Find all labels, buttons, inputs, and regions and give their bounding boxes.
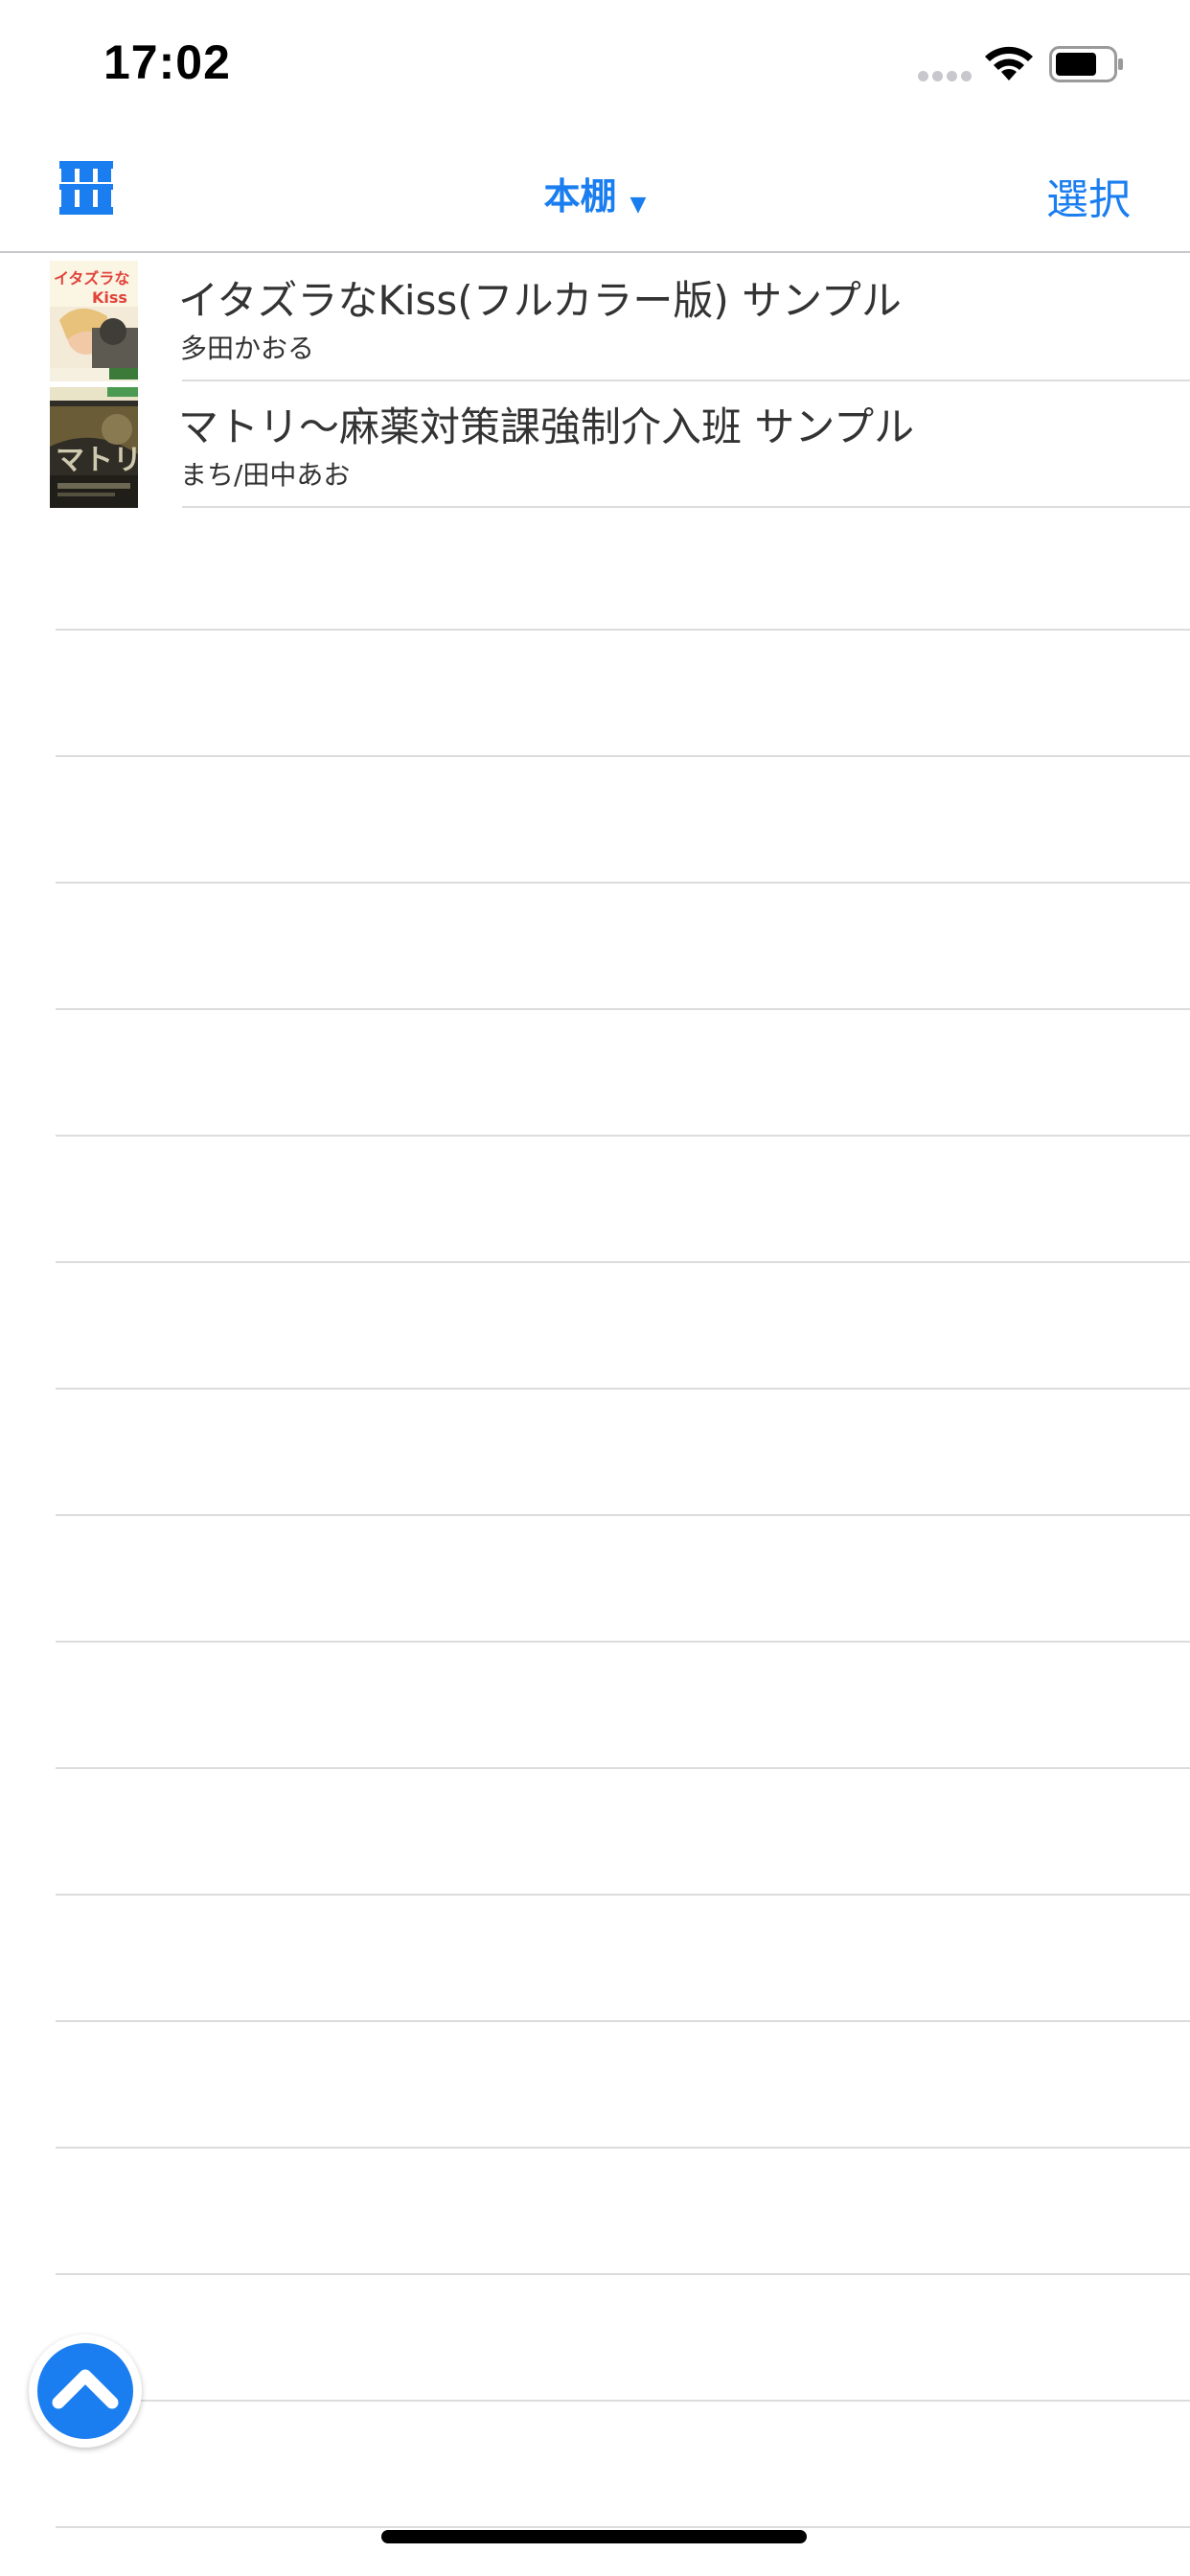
- list-separator: [56, 2273, 1190, 2275]
- caret-down-icon: ▼: [629, 193, 647, 217]
- select-button[interactable]: 選択: [1046, 165, 1131, 226]
- status-bar: 17:02: [0, 0, 1190, 126]
- svg-text:イタズラな: イタズラな: [54, 269, 129, 288]
- list-separator: [56, 1514, 1190, 1516]
- screen: 17:02 本棚 ▼ 選択 イタズラな Kiss イタズラなKiss(フルカラー…: [0, 0, 1190, 2576]
- status-time: 17:02: [103, 35, 231, 89]
- list-separator: [56, 755, 1190, 757]
- scroll-to-top-button[interactable]: [29, 2334, 142, 2448]
- list-separator: [56, 1894, 1190, 1896]
- wifi-icon: [985, 46, 1033, 80]
- list-separator: [56, 1008, 1190, 1010]
- list-separator: [56, 629, 1190, 631]
- book-cover-image: マトリ: [50, 387, 138, 508]
- battery-icon: [1049, 46, 1123, 82]
- list-separator: [56, 1261, 1190, 1263]
- svg-text:Kiss: Kiss: [92, 288, 127, 307]
- book-cover-image: イタズラな Kiss: [50, 261, 138, 381]
- home-indicator: [381, 2530, 807, 2543]
- list-separator: [56, 1388, 1190, 1390]
- nav-title: 本棚: [543, 175, 617, 218]
- list-separator: [56, 2400, 1190, 2402]
- book-author: まち/田中あお: [180, 459, 351, 491]
- list-separator: [56, 882, 1190, 884]
- book-row[interactable]: マトリ マトリ〜麻薬対策課強制介入班 サンプル まち/田中あお: [0, 381, 1190, 508]
- list-separator: [56, 2020, 1190, 2022]
- book-author: 多田かおる: [180, 333, 315, 364]
- chevron-up-icon: [52, 2369, 119, 2409]
- cellular-signal-icon: [918, 71, 972, 82]
- book-title: マトリ〜麻薬対策課強制介入班 サンプル: [178, 403, 915, 450]
- list-separator: [56, 1135, 1190, 1137]
- list-separator: [56, 2526, 1190, 2528]
- svg-text:マトリ: マトリ: [56, 444, 138, 477]
- book-title: イタズラなKiss(フルカラー版) サンプル: [178, 277, 902, 324]
- list-separator: [56, 2147, 1190, 2149]
- book-row[interactable]: イタズラな Kiss イタズラなKiss(フルカラー版) サンプル 多田かおる: [0, 255, 1190, 381]
- scroll-to-top-circle: [37, 2343, 133, 2439]
- nav-bar: 本棚 ▼ 選択: [0, 126, 1190, 253]
- shelf-selector[interactable]: 本棚 ▼: [0, 167, 1190, 219]
- list-separator: [56, 1641, 1190, 1643]
- list-separator: [56, 1767, 1190, 1769]
- book-list: イタズラな Kiss イタズラなKiss(フルカラー版) サンプル 多田かおる …: [0, 255, 1190, 508]
